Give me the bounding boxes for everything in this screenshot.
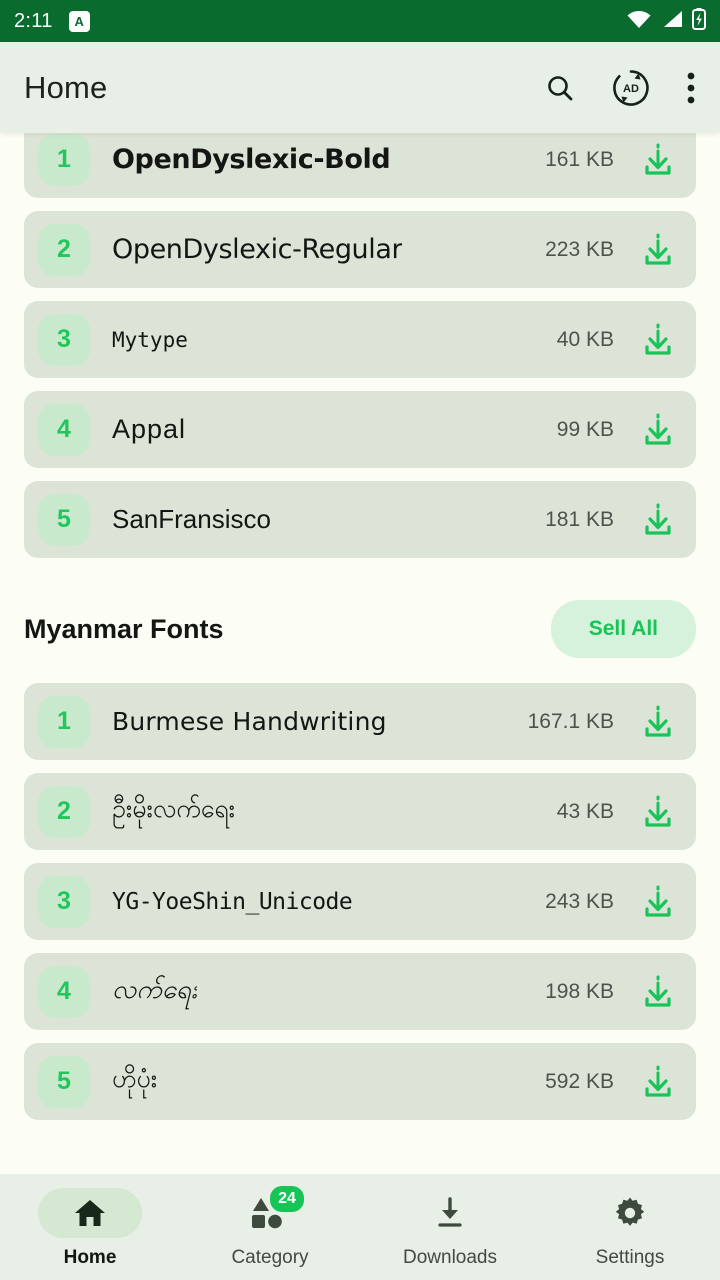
- font-list-scroll-area[interactable]: 1 OpenDyslexic-Bold 161 KB 2 OpenDyslexic-R…: [0, 133, 720, 1174]
- font-name: Appal: [112, 414, 186, 445]
- rank-badge: 3: [38, 314, 90, 366]
- rank-badge: 3: [38, 876, 90, 928]
- font-file-size: 181 KB: [545, 508, 614, 532]
- page-title: Home: [24, 70, 108, 106]
- download-icon: [398, 1188, 502, 1238]
- nav-item-label: Home: [64, 1247, 117, 1269]
- download-icon[interactable]: [638, 230, 678, 270]
- font-list-row[interactable]: 1 Burmese Handwriting 167.1 KB: [24, 683, 696, 760]
- font-file-size: 99 KB: [557, 418, 614, 442]
- download-icon[interactable]: [638, 1062, 678, 1102]
- status-bar: 2:11 A: [0, 0, 720, 42]
- font-name: OpenDyslexic-Bold: [112, 144, 390, 175]
- remove-ads-icon[interactable]: AD: [610, 67, 652, 109]
- font-name: လက်ရေး: [112, 972, 197, 1011]
- rank-badge: 1: [38, 134, 90, 186]
- nav-item-settings[interactable]: Settings: [540, 1188, 720, 1269]
- download-icon[interactable]: [638, 500, 678, 540]
- signal-icon: [661, 9, 683, 34]
- font-file-size: 592 KB: [545, 1070, 614, 1094]
- svg-text:AD: AD: [623, 83, 639, 95]
- rank-badge: 5: [38, 494, 90, 546]
- settings-gear-icon: [578, 1188, 682, 1238]
- font-list-row[interactable]: 1 OpenDyslexic-Bold 161 KB: [24, 133, 696, 198]
- rank-badge: 5: [38, 1056, 90, 1108]
- download-icon[interactable]: [638, 882, 678, 922]
- app-bar-actions: AD: [544, 67, 696, 109]
- battery-charging-icon: [692, 8, 706, 35]
- rank-badge: 4: [38, 966, 90, 1018]
- bottom-navigation-bar: Home 24 Category Downloads Settings: [0, 1174, 720, 1280]
- notification-app-icon: A: [69, 11, 90, 32]
- download-icon[interactable]: [638, 410, 678, 450]
- font-list-row[interactable]: 4 Appal 99 KB: [24, 391, 696, 468]
- download-icon[interactable]: [638, 702, 678, 742]
- nav-item-label: Settings: [596, 1247, 665, 1269]
- see-all-button[interactable]: Sell All: [551, 600, 696, 658]
- font-name: Mytype: [112, 328, 188, 352]
- font-name: ဦးမိုးလက်ရေး: [112, 793, 235, 830]
- nav-item-label: Category: [231, 1247, 308, 1269]
- download-icon[interactable]: [638, 140, 678, 180]
- nav-badge-count: 24: [270, 1186, 304, 1212]
- font-name: YG-YoeShin_Unicode: [112, 889, 352, 915]
- font-name: ဟိုပုံး: [112, 1063, 157, 1100]
- font-list-row[interactable]: 2 OpenDyslexic-Regular 223 KB: [24, 211, 696, 288]
- rank-badge: 2: [38, 786, 90, 838]
- rank-badge: 1: [38, 696, 90, 748]
- rank-badge: 2: [38, 224, 90, 276]
- status-bar-right: [626, 8, 706, 35]
- font-list-row[interactable]: 2 ဦးမိုးလက်ရေး 43 KB: [24, 773, 696, 850]
- font-name: Burmese Handwriting: [112, 707, 387, 736]
- wifi-icon: [626, 9, 652, 34]
- category-icon: 24: [218, 1188, 322, 1238]
- font-file-size: 43 KB: [557, 800, 614, 824]
- overflow-menu-icon[interactable]: [686, 71, 696, 105]
- nav-item-category[interactable]: 24 Category: [180, 1188, 360, 1269]
- nav-item-label: Downloads: [403, 1247, 497, 1269]
- status-bar-left: 2:11 A: [14, 10, 90, 33]
- font-name: SanFransisco: [112, 504, 271, 535]
- font-list-row[interactable]: 3 Mytype 40 KB: [24, 301, 696, 378]
- rank-badge: 4: [38, 404, 90, 456]
- nav-item-downloads[interactable]: Downloads: [360, 1188, 540, 1269]
- home-icon: [38, 1188, 142, 1238]
- status-bar-clock: 2:11: [14, 10, 53, 33]
- font-file-size: 243 KB: [545, 890, 614, 914]
- font-file-size: 40 KB: [557, 328, 614, 352]
- font-file-size: 161 KB: [545, 148, 614, 172]
- download-icon[interactable]: [638, 792, 678, 832]
- font-list-row[interactable]: 3 YG-YoeShin_Unicode 243 KB: [24, 863, 696, 940]
- font-list-row[interactable]: 5 ဟိုပုံး 592 KB: [24, 1043, 696, 1120]
- app-bar: Home AD: [0, 42, 720, 133]
- section-header: Myanmar Fonts Sell All: [24, 575, 696, 683]
- font-file-size: 167.1 KB: [528, 710, 614, 734]
- font-list-row[interactable]: 5 SanFransisco 181 KB: [24, 481, 696, 558]
- nav-item-home[interactable]: Home: [0, 1188, 180, 1269]
- font-file-size: 223 KB: [545, 238, 614, 262]
- font-list-row[interactable]: 4 လက်ရေး 198 KB: [24, 953, 696, 1030]
- download-icon[interactable]: [638, 320, 678, 360]
- font-name: OpenDyslexic-Regular: [112, 234, 402, 265]
- section-title: Myanmar Fonts: [24, 614, 224, 645]
- font-file-size: 198 KB: [545, 980, 614, 1004]
- search-icon[interactable]: [544, 72, 576, 104]
- download-icon[interactable]: [638, 972, 678, 1012]
